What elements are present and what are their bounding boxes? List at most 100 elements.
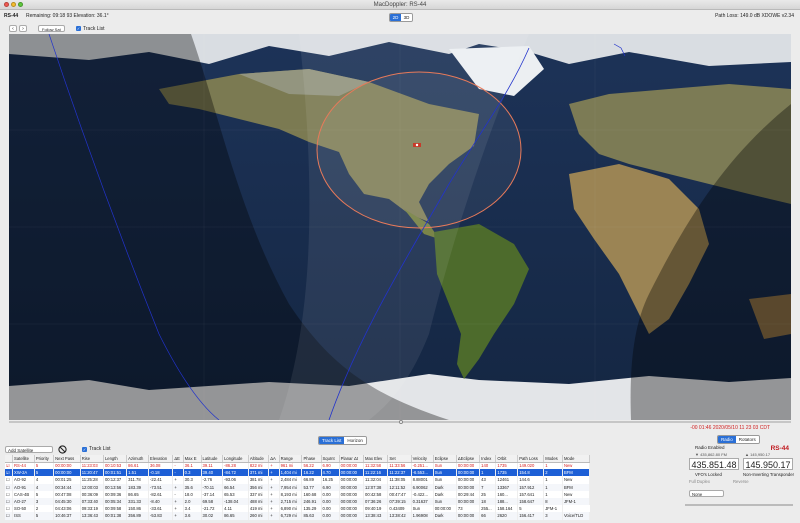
view-3d-button[interactable]: 3D — [401, 14, 412, 21]
map-toolbar: ‹ › Follow Sat ✓ Track List — [0, 24, 800, 33]
table-cell: Voice/TLD — [562, 512, 591, 520]
column-header[interactable]: Priority — [34, 455, 55, 463]
tab-rotators[interactable]: Rotators — [735, 436, 759, 443]
downlink-frequency[interactable]: 435.851.48 — [689, 458, 739, 470]
table-cell: 381 mi — [248, 476, 270, 484]
row-checkbox[interactable]: ☐ — [5, 483, 14, 491]
table-cell: XW-2A — [12, 469, 35, 477]
row-checkbox[interactable]: ☐ — [5, 476, 14, 484]
table-cell: 246.91 — [301, 497, 322, 506]
table-cell: -0.18 — [148, 469, 174, 477]
table-cell: 822 mi — [248, 462, 270, 470]
time-slider[interactable] — [9, 420, 791, 424]
column-header[interactable]: Set — [387, 455, 412, 463]
column-header[interactable]: Next Pass — [53, 455, 81, 463]
row-checkbox[interactable]: ☐ — [5, 512, 14, 520]
column-header[interactable]: Azimuth — [126, 455, 149, 463]
table-cell: 13:36:43 — [80, 512, 104, 520]
table-cell: 2,715 mi — [279, 497, 303, 506]
column-header[interactable]: ΔE — [172, 455, 184, 463]
add-satellite-dropdown[interactable]: Add Satellite — [5, 446, 53, 453]
column-header[interactable]: Elevation — [148, 455, 174, 463]
track-list-toggle[interactable]: ✓ Track List — [76, 26, 104, 32]
row-checkbox[interactable]: ☐ — [5, 505, 14, 513]
uplink-frequency[interactable]: 145.950.17 — [743, 458, 793, 470]
row-checkbox[interactable]: ☑ — [5, 469, 14, 477]
radio-tabs[interactable]: Radio Rotators — [717, 435, 760, 444]
bottom-tabs[interactable]: Track List Horizon — [318, 436, 367, 445]
tuning-mode-dropdown[interactable]: None — [689, 490, 724, 497]
table-cell: 86.65 — [126, 490, 149, 498]
column-header[interactable]: Altitude — [248, 455, 270, 463]
row-checkbox[interactable]: ☐ — [5, 497, 14, 506]
world-map[interactable] — [9, 34, 791, 420]
column-header[interactable]: Max E — [183, 455, 202, 463]
table-row[interactable]: ☐ ISS 5 10:46:37 13:36:43 00:01:38 356.89 -53.8… — [5, 512, 591, 520]
column-header[interactable]: Phase — [301, 455, 322, 463]
table-cell: -82.61 — [148, 490, 174, 498]
table-row[interactable]: ☑ XW-2A 5 00:00:00 11:20:47 00:01:51 1.51 -0.18… — [5, 469, 591, 477]
reverse-checkbox[interactable]: Reverse — [733, 479, 749, 484]
column-header[interactable]: Mode — [562, 455, 591, 463]
track-list-checkbox[interactable]: ✓ Track List — [82, 446, 110, 452]
table-row[interactable]: ☐ CAS-4B 5 00:47:08 00:36:09 00:09:36 86.65 -82… — [5, 490, 591, 498]
column-header[interactable]: Index — [479, 455, 497, 463]
table-cell: + — [172, 476, 184, 484]
table-cell: 00:00:00 — [339, 469, 365, 477]
table-row[interactable]: ☐ AO-92 4 00:01:25 11:25:28 00:12:37 311.78 -22… — [5, 476, 591, 484]
table-cell: 1 — [479, 469, 497, 477]
table-cell: 00:00:00 — [339, 512, 365, 520]
table-cell: Sun — [433, 476, 457, 484]
back-button[interactable]: ‹ — [9, 25, 17, 32]
column-header[interactable]: Path Loss — [517, 455, 545, 463]
column-header[interactable]: Eclipse — [433, 455, 457, 463]
table-cell: + — [172, 505, 184, 513]
table-cell: + — [268, 512, 280, 520]
table-cell: 0.00 — [321, 497, 340, 506]
table-cell: + — [268, 462, 280, 470]
table-cell: 00:00:00 — [339, 505, 365, 513]
time-slider-knob[interactable] — [399, 420, 403, 424]
tab-radio[interactable]: Radio — [718, 436, 736, 443]
row-checkbox[interactable]: ☐ — [5, 490, 14, 498]
column-header[interactable] — [5, 455, 14, 463]
column-header[interactable]: Latitude — [201, 455, 224, 463]
table-cell: 6.90 — [321, 483, 340, 491]
track-table[interactable]: Satellite Priority Next Pass Rise Length Azim… — [5, 455, 591, 520]
tab-horizon[interactable]: Horizon — [344, 437, 366, 444]
view-mode-toggle[interactable]: 2D 3D — [389, 13, 413, 22]
table-cell: Dark — [433, 490, 457, 498]
follow-sat-button[interactable]: Follow Sat — [38, 25, 65, 32]
column-header[interactable]: Longitude — [222, 455, 249, 463]
view-2d-button[interactable]: 2D — [390, 14, 401, 21]
column-header[interactable]: Length — [103, 455, 128, 463]
column-header[interactable]: Orbit — [495, 455, 519, 463]
column-header[interactable]: Modes — [543, 455, 563, 463]
transponder-label: Non-Inverting Transponder — [743, 472, 795, 477]
column-header[interactable]: ΔEclipse — [456, 455, 481, 463]
table-row[interactable]: ☑ RS-44 5 00:00:00 11:23:03 00:10:53 86.61 36.0… — [5, 462, 591, 470]
table-cell: 260 mi — [248, 512, 270, 520]
table-header-row: Satellite Priority Next Pass Rise Length Azim… — [5, 455, 591, 463]
column-header[interactable]: Max Elev — [363, 455, 389, 463]
row-checkbox[interactable]: ☑ — [5, 462, 14, 470]
table-row[interactable]: ☐ SO-50 2 04:43:06 09:33:19 00:09:58 150.86 -33… — [5, 505, 590, 513]
column-header[interactable]: Velocity — [411, 455, 434, 463]
column-header[interactable]: Rise — [80, 455, 104, 463]
column-header[interactable]: Range — [279, 455, 303, 463]
column-header[interactable]: Satellite — [12, 455, 35, 463]
forward-button[interactable]: › — [19, 25, 27, 32]
table-cell: 4.70 — [321, 469, 340, 477]
column-header[interactable]: Planar Δt — [339, 455, 365, 463]
tab-track-list[interactable]: Track List — [319, 437, 345, 444]
full-duplex-checkbox[interactable]: Full Duplex — [689, 479, 710, 484]
vfo-locked-label: VFO's Locked — [695, 472, 722, 477]
table-row[interactable]: ☐ AO-91 4 00:34:44 12:00:03 00:13:56 183.39 -73… — [5, 483, 591, 491]
volume-slider[interactable] — [685, 504, 793, 506]
column-header[interactable]: ΔA — [268, 455, 280, 463]
table-cell: SO-50 — [12, 505, 35, 513]
column-header[interactable]: SquInt — [321, 455, 340, 463]
table-row[interactable]: ☐ AO-27 3 04:45:30 07:33:40 00:05:34 331.33 -8.… — [5, 497, 591, 506]
table-cell: + — [172, 483, 184, 491]
no-entry-icon[interactable] — [58, 445, 67, 454]
